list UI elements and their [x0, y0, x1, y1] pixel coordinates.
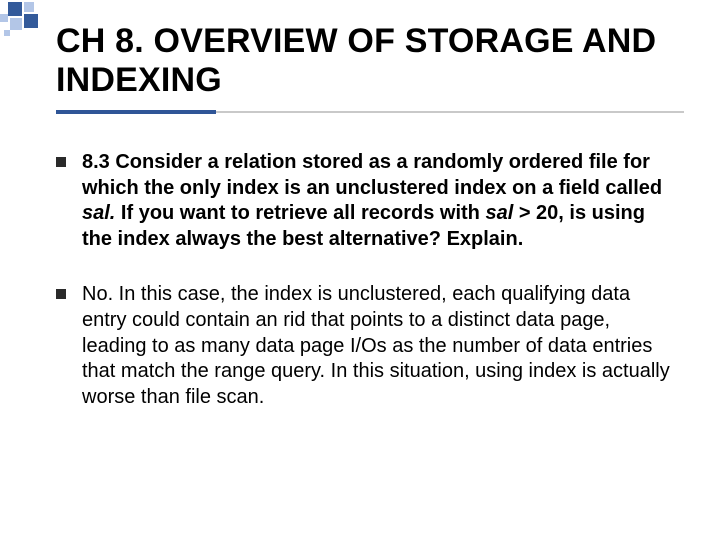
- slide-title: CH 8. OVERVIEW OF STORAGE AND INDEXING: [56, 22, 684, 100]
- question-text: 8.3 Consider a relation stored as a rand…: [82, 150, 676, 252]
- bullet-icon: [56, 289, 66, 299]
- body-content: 8.3 Consider a relation stored as a rand…: [56, 150, 676, 440]
- list-item: 8.3 Consider a relation stored as a rand…: [56, 150, 676, 252]
- title-underline: [56, 110, 684, 114]
- slide: CH 8. OVERVIEW OF STORAGE AND INDEXING 8…: [0, 0, 720, 540]
- bullet-icon: [56, 157, 66, 167]
- title-block: CH 8. OVERVIEW OF STORAGE AND INDEXING: [56, 22, 684, 114]
- answer-text: No. In this case, the index is uncluster…: [82, 282, 676, 410]
- corner-decoration: [0, 0, 40, 40]
- list-item: No. In this case, the index is uncluster…: [56, 282, 676, 410]
